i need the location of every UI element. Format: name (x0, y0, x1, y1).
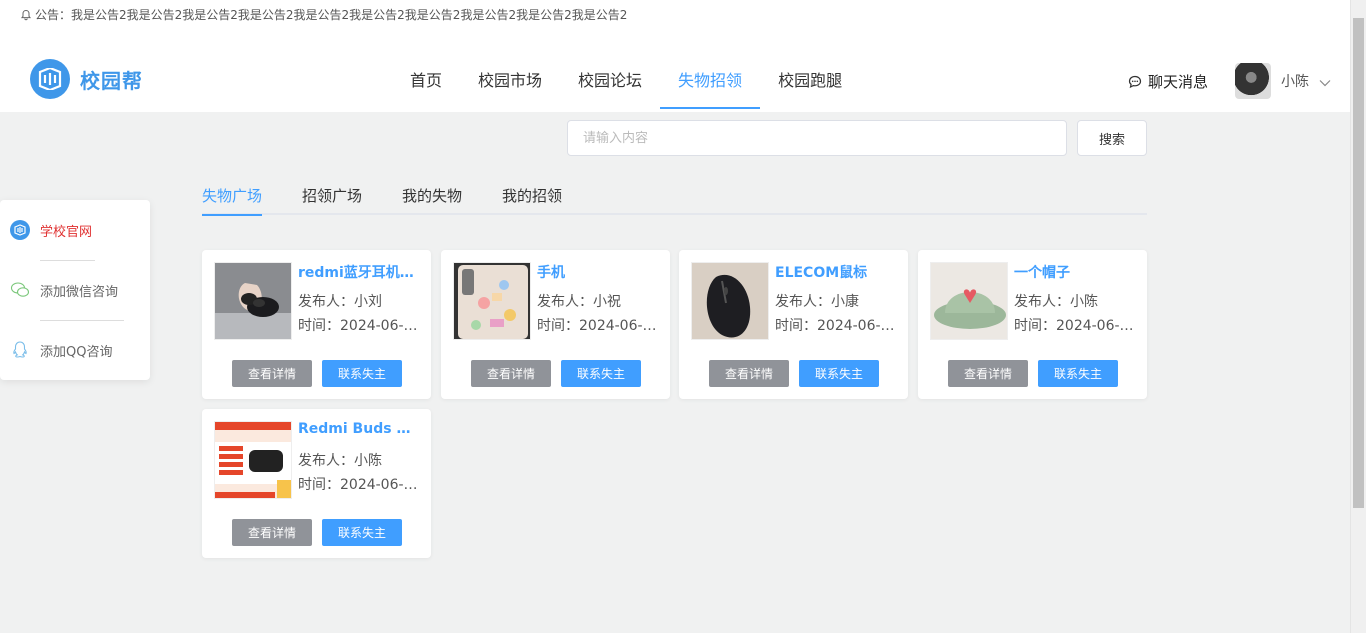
item-publisher: 发布人：小陈 (298, 453, 382, 469)
item-title[interactable]: 手机 (537, 262, 657, 282)
item-image (214, 262, 292, 340)
contact-owner-button[interactable]: 联系失主 (322, 360, 402, 387)
chat-messages-link[interactable]: 聊天消息 (1128, 71, 1208, 92)
item-image (691, 262, 769, 340)
notice-bar: 公告：我是公告2我是公告2我是公告2我是公告2我是公告2我是公告2我是公告2我是… (20, 6, 627, 23)
contact-owner-button[interactable]: 联系失主 (322, 519, 402, 546)
school-logo-icon (10, 220, 30, 240)
notice-text: 公告：我是公告2我是公告2我是公告2我是公告2我是公告2我是公告2我是公告2我是… (35, 8, 628, 22)
nav-forum[interactable]: 校园论坛 (560, 52, 660, 109)
item-time: 时间：2024-06-… (537, 318, 657, 334)
divider (40, 320, 124, 321)
scrollbar-thumb[interactable] (1353, 18, 1364, 508)
qq-icon (10, 340, 30, 360)
tab-my-lost[interactable]: 我的失物 (402, 180, 462, 213)
chat-bubble-icon (1128, 75, 1142, 89)
item-image (930, 262, 1008, 340)
side-item-wechat[interactable]: 添加微信咨询 (10, 280, 118, 300)
chat-label: 聊天消息 (1148, 73, 1209, 91)
item-image (453, 262, 531, 340)
side-panel: 学校官网 添加微信咨询 添加QQ咨询 (0, 200, 150, 380)
tab-lost-plaza[interactable]: 失物广场 (202, 180, 263, 216)
view-detail-button[interactable]: 查看详情 (948, 360, 1028, 387)
tab-my-found[interactable]: 我的招领 (502, 180, 562, 213)
lost-item-card[interactable]: ELECOM鼠标 发布人：小康 时间：2024-06-… 查看详情 联系失主 (679, 250, 908, 399)
item-image (214, 421, 292, 499)
item-publisher: 发布人：小祝 (537, 294, 621, 310)
lost-item-card[interactable]: 手机 发布人：小祝 时间：2024-06-… 查看详情 联系失主 (441, 250, 670, 399)
contact-owner-button[interactable]: 联系失主 (561, 360, 641, 387)
chevron-down-icon (1319, 72, 1331, 91)
lost-item-card[interactable]: redmi蓝牙耳机… 发布人：小刘 时间：2024-06-… 查看详情 联系失主 (202, 250, 431, 399)
avatar (1235, 63, 1271, 99)
nav-home[interactable]: 首页 (392, 52, 460, 109)
nav-errand[interactable]: 校园跑腿 (760, 52, 860, 109)
bell-icon (20, 9, 32, 21)
lost-item-card[interactable]: Redmi Buds 4 … 发布人：小陈 时间：2024-06-… 查看详情 … (202, 409, 431, 558)
view-detail-button[interactable]: 查看详情 (232, 519, 312, 546)
contact-owner-button[interactable]: 联系失主 (1038, 360, 1118, 387)
item-time: 时间：2024-06-… (298, 318, 418, 334)
lost-found-tabs: 失物广场 招领广场 我的失物 我的招领 (202, 180, 1147, 216)
side-label: 添加微信咨询 (40, 284, 119, 300)
main-nav: 首页 校园市场 校园论坛 失物招领 校园跑腿 (392, 52, 860, 109)
tab-found-plaza[interactable]: 招领广场 (302, 180, 362, 213)
view-detail-button[interactable]: 查看详情 (709, 360, 789, 387)
item-title[interactable]: Redmi Buds 4 … (298, 421, 418, 437)
user-name: 小陈 (1281, 74, 1309, 90)
item-title[interactable]: 一个帽子 (1014, 262, 1134, 282)
item-time: 时间：2024-06-… (298, 477, 418, 493)
scrollbar[interactable] (1350, 0, 1366, 633)
item-title[interactable]: ELECOM鼠标 (775, 262, 895, 282)
divider (40, 260, 95, 261)
item-publisher: 发布人：小陈 (1014, 294, 1098, 310)
search-input[interactable] (567, 120, 1067, 156)
side-item-qq[interactable]: 添加QQ咨询 (10, 340, 112, 360)
top-header: 公告：我是公告2我是公告2我是公告2我是公告2我是公告2我是公告2我是公告2我是… (0, 0, 1350, 112)
logo-icon (30, 59, 70, 99)
item-time: 时间：2024-06-… (775, 318, 895, 334)
item-publisher: 发布人：小康 (775, 294, 859, 310)
contact-owner-button[interactable]: 联系失主 (799, 360, 879, 387)
wechat-icon (10, 280, 30, 300)
item-time: 时间：2024-06-… (1014, 318, 1134, 334)
logo[interactable]: 校园帮 (30, 59, 143, 99)
search-button[interactable]: 搜索 (1077, 120, 1147, 156)
view-detail-button[interactable]: 查看详情 (471, 360, 551, 387)
side-item-school-site[interactable]: 学校官网 (10, 220, 92, 240)
view-detail-button[interactable]: 查看详情 (232, 360, 312, 387)
logo-text: 校园帮 (80, 68, 143, 93)
lost-item-card[interactable]: 一个帽子 发布人：小陈 时间：2024-06-… 查看详情 联系失主 (918, 250, 1147, 399)
item-publisher: 发布人：小刘 (298, 294, 382, 310)
nav-lost-found[interactable]: 失物招领 (660, 52, 761, 109)
side-label: 学校官网 (40, 224, 93, 240)
side-label: 添加QQ咨询 (40, 344, 113, 360)
item-title[interactable]: redmi蓝牙耳机… (298, 262, 418, 282)
user-menu[interactable]: 小陈 (1235, 63, 1331, 99)
nav-market[interactable]: 校园市场 (460, 52, 560, 109)
